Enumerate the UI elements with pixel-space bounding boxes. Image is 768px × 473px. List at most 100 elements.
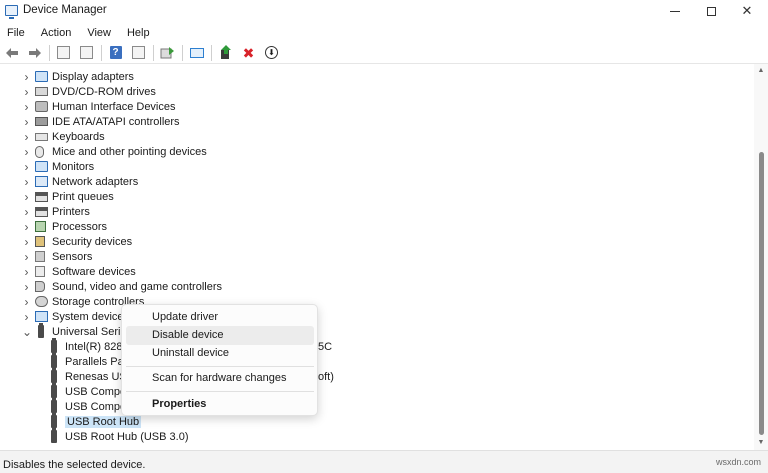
tree-category-item[interactable]: › Network adapters — [22, 174, 139, 189]
chevron-right-icon[interactable]: › — [22, 295, 31, 309]
menu-separator — [126, 391, 314, 392]
tree-category-item[interactable]: › Processors — [22, 219, 108, 234]
scan-hardware-button[interactable] — [188, 44, 205, 61]
help-button[interactable]: ? — [107, 44, 124, 61]
update-driver-button[interactable] — [159, 44, 176, 61]
forward-button[interactable] — [26, 44, 43, 61]
tree-category-item[interactable]: › Keyboards — [22, 129, 105, 144]
tree-category-item[interactable]: › Security devices — [22, 234, 133, 249]
add-driver-button[interactable] — [217, 44, 234, 61]
minimize-button[interactable] — [656, 0, 694, 22]
usb-device-icon — [51, 338, 57, 353]
chevron-right-icon[interactable]: › — [22, 280, 31, 294]
tree-category-label: Sound, video and game controllers — [52, 280, 222, 293]
scroll-up-icon[interactable]: ▲ — [754, 64, 768, 78]
tree-category-item[interactable]: › IDE ATA/ATAPI controllers — [22, 114, 180, 129]
tree-category-label: Security devices — [52, 235, 133, 248]
monitor-device-icon — [35, 161, 48, 172]
chevron-right-icon[interactable]: › — [22, 160, 31, 174]
tree-category-item[interactable]: › DVD/CD-ROM drives — [22, 84, 156, 99]
menu-item-scan-hardware[interactable]: Scan for hardware changes — [126, 369, 314, 388]
tree-device-item[interactable]: USB Compo — [48, 398, 126, 414]
vertical-scrollbar[interactable]: ▲ ▼ — [754, 64, 768, 450]
tree-device-item[interactable]: Parallels Pa — [48, 353, 124, 369]
tree-category-item[interactable]: › Mice and other pointing devices — [22, 144, 207, 159]
chevron-right-icon[interactable]: › — [22, 235, 31, 249]
toolbar-separator — [211, 44, 212, 61]
menu-action[interactable]: Action — [33, 24, 80, 42]
tree-category-item[interactable]: › System devices — [22, 309, 130, 324]
usb-device-icon — [51, 398, 57, 413]
tree-category-item[interactable]: › Human Interface Devices — [22, 99, 176, 114]
chevron-right-icon[interactable]: › — [22, 205, 31, 219]
tree-device-item[interactable]: USB Root Hub — [48, 413, 142, 429]
minimize-icon — [670, 10, 680, 12]
uninstall-button[interactable]: ✖ — [240, 44, 257, 61]
chevron-right-icon[interactable]: › — [22, 190, 31, 204]
back-button[interactable] — [3, 44, 20, 61]
chevron-right-icon[interactable]: › — [22, 310, 31, 324]
add-driver-icon — [220, 45, 231, 59]
properties-button[interactable] — [55, 44, 72, 61]
close-button[interactable]: ✕ — [728, 0, 766, 22]
tree-device-label: Parallels Pa — [65, 355, 124, 368]
tree-device-label-tail: 5C — [318, 340, 333, 353]
chevron-right-icon[interactable]: › — [22, 85, 31, 99]
uninstall-icon: ✖ — [242, 44, 255, 61]
view-list-icon — [132, 46, 145, 59]
selected-device-label: USB Root Hub — [65, 415, 142, 428]
chevron-right-icon[interactable]: › — [22, 100, 31, 114]
chevron-right-icon[interactable]: › — [22, 145, 31, 159]
tree-device-item[interactable]: USB Compo — [48, 383, 126, 399]
menu-item-update-driver[interactable]: Update driver — [126, 308, 314, 327]
download-button[interactable]: ⬇ — [263, 44, 280, 61]
chevron-right-icon[interactable]: › — [22, 265, 31, 279]
tree-category-expanded[interactable]: ⌄ Universal Serial — [22, 323, 129, 339]
chevron-right-icon[interactable]: › — [22, 130, 31, 144]
tree-category-item[interactable]: › Print queues — [22, 189, 114, 204]
view-list-button[interactable] — [130, 44, 147, 61]
ide-device-icon — [35, 117, 48, 126]
tree-category-item[interactable]: › Printers — [22, 204, 90, 219]
usb-device-icon — [51, 428, 57, 443]
tree-category-item[interactable]: › Software devices — [22, 264, 136, 279]
usb-device-icon — [38, 323, 44, 338]
tree-category-item[interactable]: › Sensors — [22, 249, 93, 264]
menu-view[interactable]: View — [79, 24, 119, 42]
usb-device-icon — [51, 383, 57, 398]
toolbar-separator — [49, 44, 50, 61]
chevron-down-icon[interactable]: ⌄ — [22, 325, 32, 339]
system-device-icon — [35, 311, 48, 322]
tree-category-label: Software devices — [52, 265, 136, 278]
tree-device-label: Intel(R) 8280 — [65, 340, 129, 353]
mouse-device-icon — [35, 145, 44, 158]
menu-item-properties[interactable]: Properties — [126, 395, 314, 414]
tree-category-item[interactable]: › Sound, video and game controllers — [22, 279, 223, 294]
maximize-icon — [706, 6, 716, 16]
tree-device-item[interactable]: USB Root Hub (USB 3.0) — [48, 428, 189, 444]
tree-category-label: IDE ATA/ATAPI controllers — [52, 115, 180, 128]
chevron-right-icon[interactable]: › — [22, 175, 31, 189]
scroll-thumb[interactable] — [759, 152, 764, 435]
menu-item-disable-device[interactable]: Disable device — [126, 326, 314, 345]
back-arrow-icon — [5, 47, 18, 58]
menu-help[interactable]: Help — [119, 24, 158, 42]
chevron-right-icon[interactable]: › — [22, 115, 31, 129]
chevron-right-icon[interactable]: › — [22, 250, 31, 264]
tree-category-item[interactable]: › Display adapters — [22, 69, 134, 84]
scroll-down-icon[interactable]: ▼ — [754, 436, 768, 450]
toolbar: ? ✖ ⬇ — [0, 42, 768, 64]
maximize-button[interactable] — [692, 0, 730, 22]
show-hide-tree-button[interactable] — [78, 44, 95, 61]
usb-device-icon — [51, 353, 57, 368]
tree-device-item[interactable]: Intel(R) 8280 — [48, 338, 129, 354]
device-tree: › Display adapters › DVD/CD-ROM drives › Huma… — [0, 66, 754, 449]
menu-item-uninstall-device[interactable]: Uninstall device — [126, 344, 314, 363]
properties-icon — [57, 46, 70, 59]
chevron-right-icon[interactable]: › — [22, 220, 31, 234]
chevron-right-icon[interactable]: › — [22, 70, 31, 84]
menu-file[interactable]: File — [0, 24, 33, 42]
tree-category-label: Sensors — [52, 250, 93, 263]
usb-device-icon — [51, 413, 57, 428]
tree-category-item[interactable]: › Monitors — [22, 159, 95, 174]
